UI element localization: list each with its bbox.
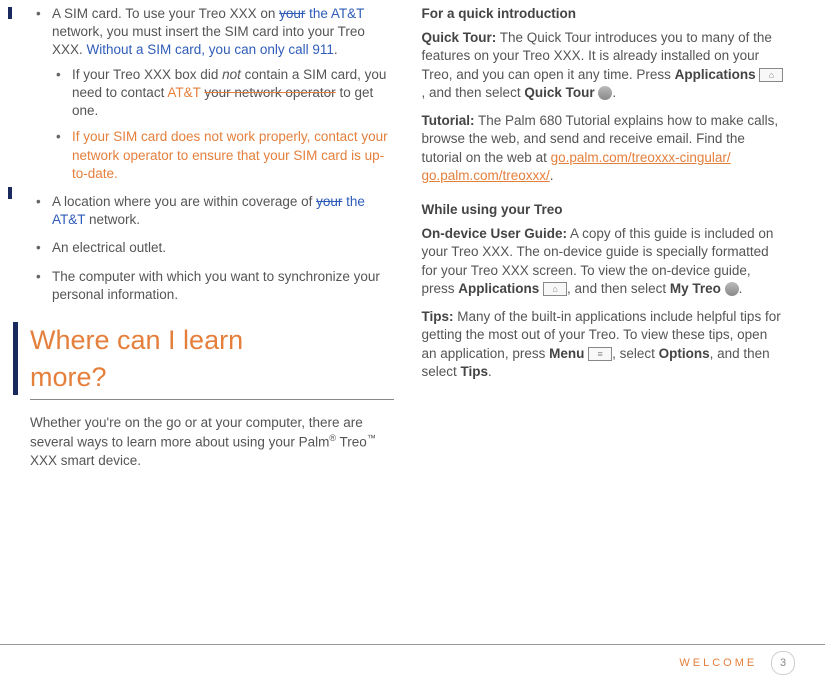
text: The computer with which you want to sync… — [52, 269, 380, 302]
inserted-text: If your SIM card does not work properly,… — [72, 129, 388, 180]
bullet-computer: The computer with which you want to sync… — [30, 268, 394, 304]
tutorial-link-2[interactable]: go.palm.com/treoxxx/ — [422, 168, 550, 183]
text: A SIM card. To use your Treo XXX on — [52, 6, 279, 21]
text: XXX smart device. — [30, 453, 141, 468]
bold-text: Tips — [461, 364, 489, 379]
page-footer: WELCOME 3 — [0, 644, 825, 675]
struck-text: your — [316, 194, 342, 209]
home-key-icon: ⌂ — [759, 68, 783, 82]
bold-text: My Treo — [670, 281, 721, 296]
inserted-text: AT&T — [167, 85, 200, 100]
italic-text: not — [222, 67, 241, 82]
quick-tour-icon — [598, 86, 612, 100]
text: , and then select — [567, 281, 670, 296]
sub-bullet-no-sim: If your Treo XXX box did not contain a S… — [52, 66, 394, 121]
bold-text: Quick Tour — [524, 85, 594, 100]
struck-text: your — [279, 6, 305, 21]
section-heading: Where can I learn more? — [13, 322, 377, 395]
text: An electrical outlet. — [52, 240, 166, 255]
bold-text: Applications — [675, 67, 756, 82]
user-guide-paragraph: On-device User Guide: A copy of this gui… — [422, 225, 786, 298]
menu-key-icon: ≡ — [588, 347, 612, 361]
page-number: 3 — [771, 651, 795, 675]
inserted-text: the AT&T — [305, 6, 364, 21]
sub-bullet-sim-issue: If your SIM card does not work properly,… — [52, 128, 394, 183]
text: Whether you're on the go or at your comp… — [30, 415, 363, 450]
quick-tour-paragraph: Quick Tour: The Quick Tour introduces yo… — [422, 29, 786, 102]
bullet-coverage: A location where you are within coverage… — [30, 193, 394, 229]
bold-text: Applications — [458, 281, 539, 296]
text: network. — [85, 212, 140, 227]
text: , and then select — [422, 85, 525, 100]
heading-line2: more? — [30, 362, 107, 392]
intro-paragraph: Whether you're on the go or at your comp… — [30, 414, 394, 470]
footer-section-label: WELCOME — [679, 657, 757, 669]
text: . — [334, 42, 338, 57]
text: . — [488, 364, 492, 379]
tutorial-paragraph: Tutorial: The Palm 680 Tutorial explains… — [422, 112, 786, 185]
text: . — [739, 281, 743, 296]
text: , select — [612, 346, 659, 361]
tutorial-link-1[interactable]: go.palm.com/treoxxx-cingular/ — [551, 150, 731, 165]
revision-mark — [8, 7, 12, 19]
text: . — [612, 85, 616, 100]
struck-text: your network operator — [204, 85, 335, 100]
heading-line1: Where can I learn — [30, 325, 243, 355]
bullet-sim-card: A SIM card. To use your Treo XXX on your… — [30, 5, 394, 183]
section-rule — [30, 399, 394, 400]
bullet-outlet: An electrical outlet. — [30, 239, 394, 257]
text: A location where you are within coverage… — [52, 194, 316, 209]
bold-text: Menu — [549, 346, 584, 361]
revision-mark — [8, 187, 12, 199]
bold-text: Options — [659, 346, 710, 361]
run-in-head: Quick Tour: — [422, 30, 497, 45]
inserted-text: Without a SIM card, you can only call 91… — [87, 42, 334, 57]
home-key-icon: ⌂ — [543, 282, 567, 296]
text: Treo — [336, 435, 367, 450]
run-in-head: Tutorial: — [422, 113, 475, 128]
subheading-quick-intro: For a quick introduction — [422, 5, 786, 23]
right-column: For a quick introduction Quick Tour: The… — [422, 5, 786, 480]
run-in-head: Tips: — [422, 309, 454, 324]
tips-paragraph: Tips: Many of the built-in applications … — [422, 308, 786, 381]
trademark: ™ — [367, 433, 376, 443]
my-treo-icon — [725, 282, 739, 296]
subheading-while-using: While using your Treo — [422, 201, 786, 219]
text: . — [550, 168, 554, 183]
run-in-head: On-device User Guide: — [422, 226, 568, 241]
left-column: A SIM card. To use your Treo XXX on your… — [30, 5, 394, 480]
text: If your Treo XXX box did — [72, 67, 222, 82]
